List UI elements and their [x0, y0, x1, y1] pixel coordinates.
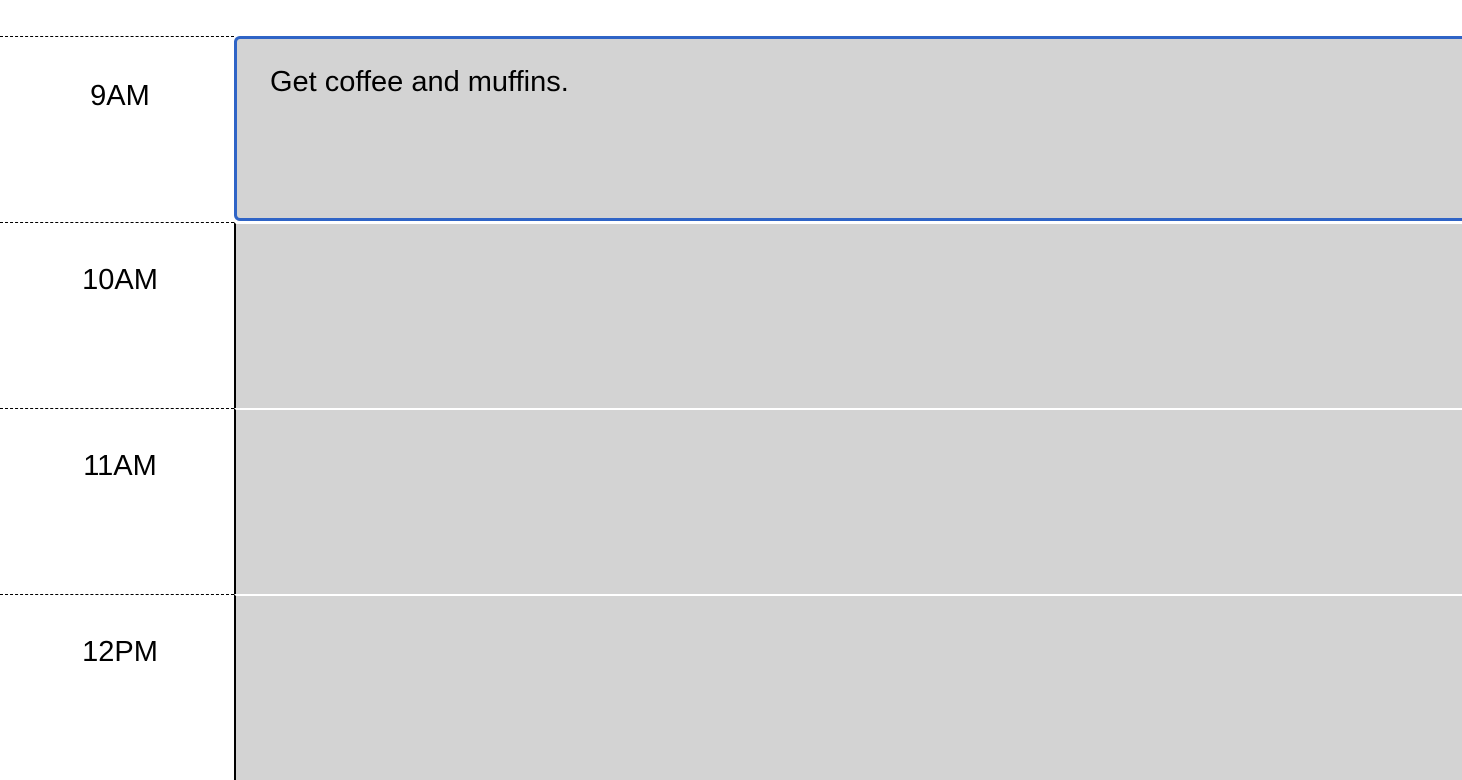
- hour-cell: 9AM: [0, 36, 234, 222]
- event-cell: [234, 222, 1462, 408]
- event-input[interactable]: [236, 410, 1462, 594]
- time-block-12pm: 12PM: [0, 594, 1462, 780]
- event-input[interactable]: Get coffee and muffins.: [237, 39, 1462, 218]
- hour-cell: 12PM: [0, 594, 234, 780]
- event-input[interactable]: [236, 224, 1462, 408]
- event-cell: Get coffee and muffins.: [234, 36, 1462, 221]
- event-cell: [234, 408, 1462, 594]
- time-block-11am: 11AM: [0, 408, 1462, 594]
- hour-cell: 11AM: [0, 408, 234, 594]
- event-input[interactable]: [236, 596, 1462, 780]
- day-scheduler: 9AM Get coffee and muffins. 10AM 11AM 12…: [0, 36, 1462, 780]
- hour-cell: 10AM: [0, 222, 234, 408]
- event-cell: [234, 594, 1462, 780]
- hour-label: 9AM: [90, 80, 150, 112]
- time-block-9am: 9AM Get coffee and muffins.: [0, 36, 1462, 222]
- hour-label: 11AM: [83, 450, 157, 482]
- hour-label: 10AM: [82, 264, 158, 296]
- hour-label: 12PM: [82, 636, 158, 668]
- time-block-10am: 10AM: [0, 222, 1462, 408]
